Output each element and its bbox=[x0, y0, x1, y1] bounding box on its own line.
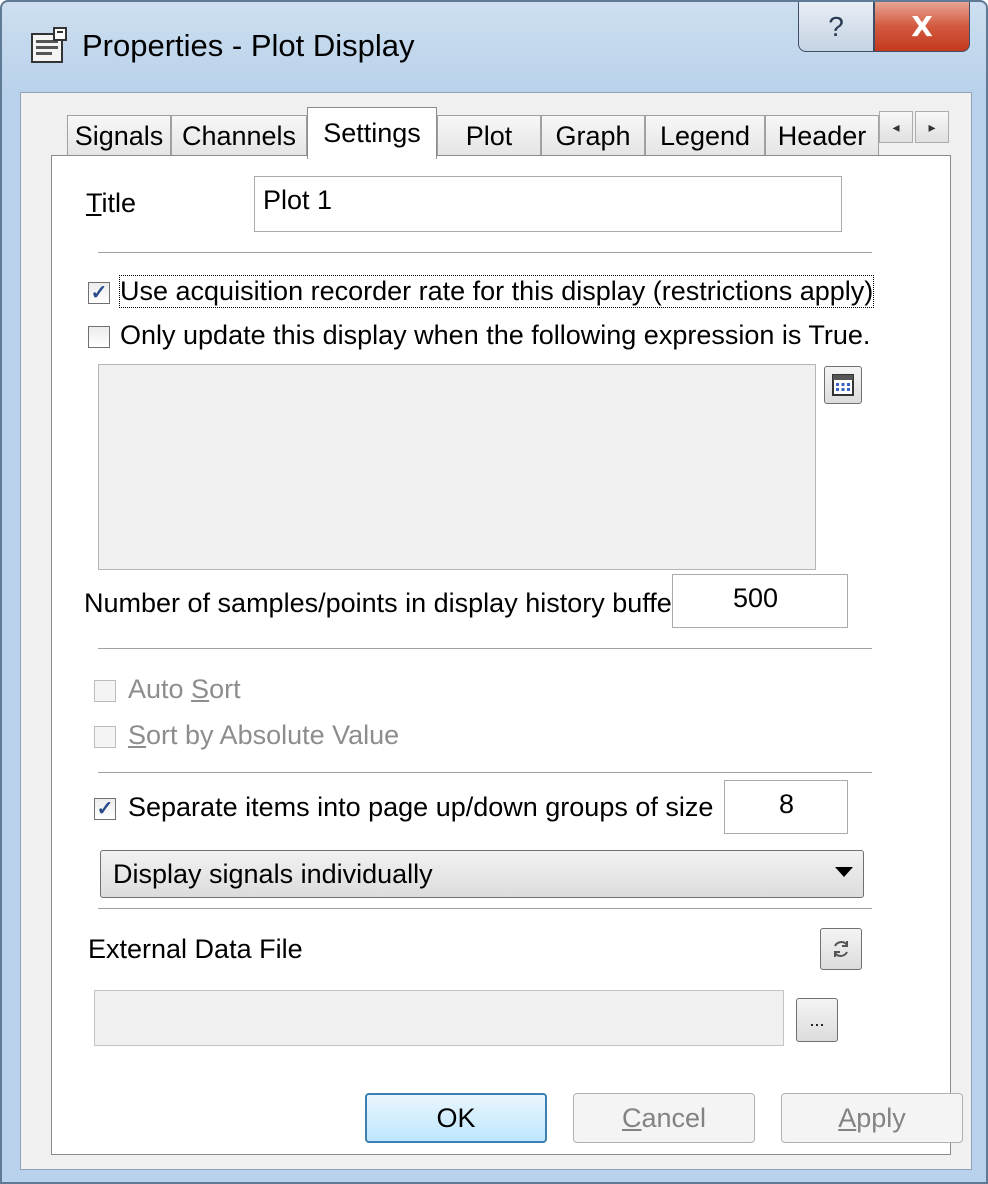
sort-by-absolute-label: Sort by Absolute Value bbox=[128, 720, 400, 750]
title-input-value: Plot 1 bbox=[263, 185, 333, 215]
browse-button[interactable]: ... bbox=[796, 998, 838, 1042]
external-file-label: External Data File bbox=[88, 934, 303, 964]
use-acquisition-rate-checkbox[interactable]: ✓ bbox=[88, 282, 110, 304]
history-buffer-input[interactable]: 500 bbox=[672, 574, 848, 628]
display-mode-value: Display signals individually bbox=[113, 859, 433, 889]
cancel-button[interactable]: Cancel bbox=[573, 1093, 755, 1143]
tab-plot[interactable]: Plot bbox=[437, 115, 541, 157]
separator bbox=[98, 648, 872, 650]
tab-scroll-arrows: ◂ ▸ bbox=[879, 111, 951, 143]
separate-items-label[interactable]: Separate items into page up/down groups … bbox=[128, 792, 713, 823]
history-buffer-value: 500 bbox=[733, 583, 779, 613]
properties-icon bbox=[31, 27, 67, 63]
title-label: Title bbox=[86, 188, 137, 218]
external-file-input[interactable] bbox=[94, 990, 784, 1046]
ok-button[interactable]: OK bbox=[365, 1093, 547, 1143]
settings-tab-page: Title Plot 1 ✓ Use acquisition recorder … bbox=[51, 155, 951, 1155]
title-input[interactable]: Plot 1 bbox=[254, 176, 842, 232]
separator bbox=[98, 252, 872, 254]
tab-scroll-right-icon[interactable]: ▸ bbox=[915, 111, 949, 143]
tab-header[interactable]: Header bbox=[765, 115, 879, 157]
window-title: Properties - Plot Display bbox=[82, 28, 415, 63]
group-size-input[interactable]: 8 bbox=[724, 780, 848, 834]
separator bbox=[98, 772, 872, 774]
properties-dialog: Properties - Plot Display ? X Signals Ch… bbox=[0, 0, 988, 1184]
refresh-icon bbox=[834, 941, 848, 957]
tab-scroll-left-icon[interactable]: ◂ bbox=[879, 111, 913, 143]
history-buffer-label: Number of samples/points in display hist… bbox=[84, 588, 681, 618]
close-button[interactable]: X bbox=[874, 2, 970, 52]
chevron-down-icon bbox=[835, 867, 853, 877]
help-button[interactable]: ? bbox=[798, 2, 874, 52]
display-mode-select[interactable]: Display signals individually bbox=[100, 850, 864, 898]
tab-settings[interactable]: Settings bbox=[307, 107, 437, 159]
tab-channels[interactable]: Channels bbox=[171, 115, 307, 157]
sort-by-absolute-checkbox[interactable] bbox=[94, 726, 116, 748]
refresh-button[interactable] bbox=[820, 928, 862, 970]
title-bar[interactable]: Properties - Plot Display ? X bbox=[2, 2, 986, 92]
expression-input[interactable] bbox=[98, 364, 816, 570]
tab-legend[interactable]: Legend bbox=[645, 115, 765, 157]
use-acquisition-rate-label[interactable]: Use acquisition recorder rate for this d… bbox=[118, 275, 875, 308]
group-size-value: 8 bbox=[779, 789, 795, 819]
tab-signals[interactable]: Signals bbox=[67, 115, 171, 157]
expression-builder-button[interactable] bbox=[824, 366, 862, 404]
apply-button[interactable]: Apply bbox=[781, 1093, 963, 1143]
separator bbox=[98, 908, 872, 910]
only-update-checkbox[interactable] bbox=[88, 326, 110, 348]
auto-sort-label: Auto Sort bbox=[128, 674, 241, 704]
dialog-body: Signals Channels Settings Plot Graph Leg… bbox=[20, 92, 972, 1170]
tab-graph[interactable]: Graph bbox=[541, 115, 645, 157]
only-update-label[interactable]: Only update this display when the follow… bbox=[120, 320, 870, 351]
auto-sort-checkbox[interactable] bbox=[94, 680, 116, 702]
calculator-icon bbox=[832, 374, 854, 396]
separate-items-checkbox[interactable]: ✓ bbox=[94, 798, 116, 820]
